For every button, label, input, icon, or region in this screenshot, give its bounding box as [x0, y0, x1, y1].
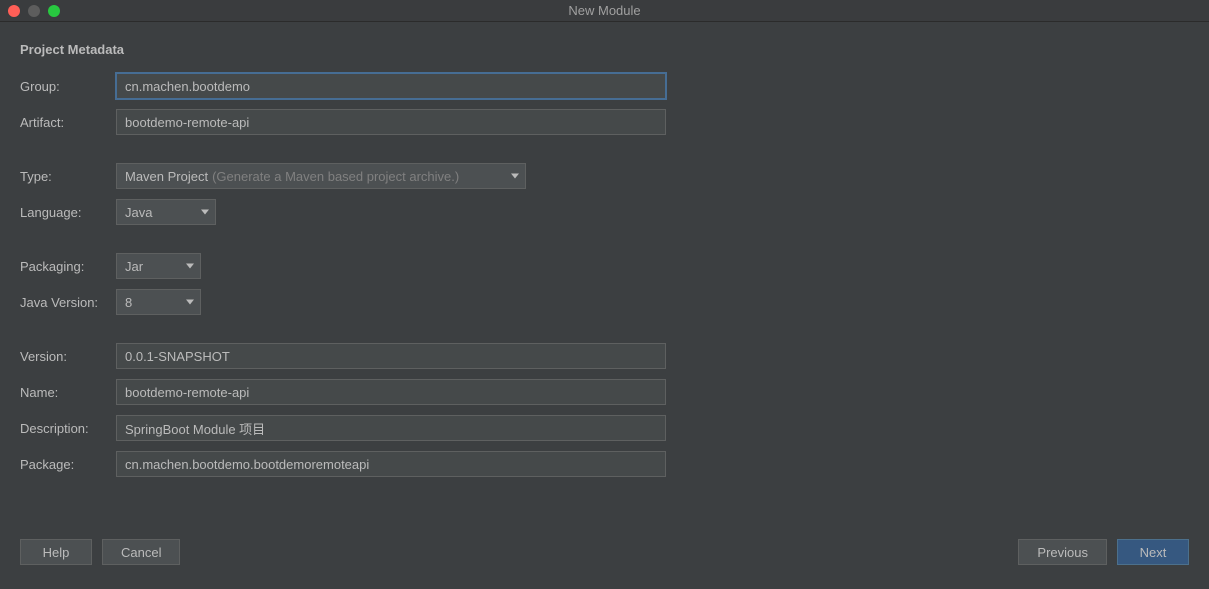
chevron-down-icon: [186, 300, 194, 305]
description-label: Description:: [20, 421, 116, 436]
close-window-button[interactable]: [8, 5, 20, 17]
packaging-select[interactable]: Jar: [116, 253, 201, 279]
description-row: Description:: [20, 415, 1189, 441]
maximize-window-button[interactable]: [48, 5, 60, 17]
artifact-input[interactable]: [116, 109, 666, 135]
packaging-value: Jar: [125, 259, 143, 274]
section-title: Project Metadata: [20, 42, 1189, 57]
content-area: Project Metadata Group: Artifact: Type: …: [0, 22, 1209, 589]
java-version-value: 8: [125, 295, 132, 310]
java-version-row: Java Version: 8: [20, 289, 1189, 315]
artifact-label: Artifact:: [20, 115, 116, 130]
language-row: Language: Java: [20, 199, 1189, 225]
name-input[interactable]: [116, 379, 666, 405]
group-row: Group:: [20, 73, 1189, 99]
group-input[interactable]: [116, 73, 666, 99]
button-bar: Help Cancel Previous Next: [20, 539, 1189, 569]
name-row: Name:: [20, 379, 1189, 405]
language-value: Java: [125, 205, 152, 220]
chevron-down-icon: [186, 264, 194, 269]
type-label: Type:: [20, 169, 116, 184]
group-label: Group:: [20, 79, 116, 94]
version-row: Version:: [20, 343, 1189, 369]
packaging-row: Packaging: Jar: [20, 253, 1189, 279]
name-label: Name:: [20, 385, 116, 400]
titlebar: New Module: [0, 0, 1209, 22]
type-hint: (Generate a Maven based project archive.…: [212, 169, 459, 184]
next-button[interactable]: Next: [1117, 539, 1189, 565]
type-select[interactable]: Maven Project (Generate a Maven based pr…: [116, 163, 526, 189]
description-input[interactable]: [116, 415, 666, 441]
version-input[interactable]: [116, 343, 666, 369]
help-button[interactable]: Help: [20, 539, 92, 565]
right-buttons: Previous Next: [1018, 539, 1189, 565]
version-label: Version:: [20, 349, 116, 364]
package-row: Package:: [20, 451, 1189, 477]
java-version-select[interactable]: 8: [116, 289, 201, 315]
chevron-down-icon: [511, 174, 519, 179]
type-value: Maven Project: [125, 169, 208, 184]
previous-button[interactable]: Previous: [1018, 539, 1107, 565]
chevron-down-icon: [201, 210, 209, 215]
traffic-lights: [0, 5, 60, 17]
type-row: Type: Maven Project (Generate a Maven ba…: [20, 163, 1189, 189]
packaging-label: Packaging:: [20, 259, 116, 274]
artifact-row: Artifact:: [20, 109, 1189, 135]
package-input[interactable]: [116, 451, 666, 477]
language-select[interactable]: Java: [116, 199, 216, 225]
window-title: New Module: [568, 3, 640, 18]
package-label: Package:: [20, 457, 116, 472]
left-buttons: Help Cancel: [20, 539, 180, 565]
cancel-button[interactable]: Cancel: [102, 539, 180, 565]
java-version-label: Java Version:: [20, 295, 116, 310]
language-label: Language:: [20, 205, 116, 220]
minimize-window-button[interactable]: [28, 5, 40, 17]
